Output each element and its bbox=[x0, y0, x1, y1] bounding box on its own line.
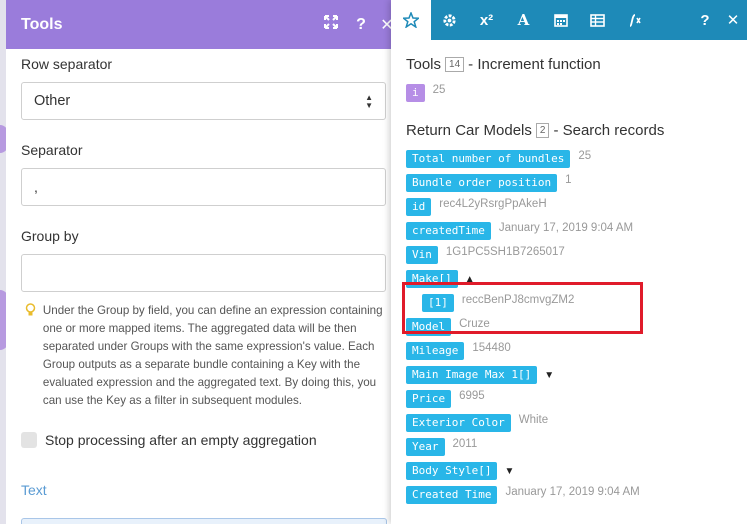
gear-icon[interactable] bbox=[431, 0, 468, 40]
mapping-item-pill[interactable]: Main Image Max 1[] bbox=[406, 366, 538, 384]
mapping-item-pill[interactable]: Created Time bbox=[406, 486, 498, 504]
star-icon[interactable] bbox=[391, 0, 431, 40]
mapping-item-pill[interactable]: Exterior Color bbox=[406, 414, 511, 432]
mapping-item-pill[interactable]: Price bbox=[406, 390, 452, 408]
module-action: - Increment function bbox=[468, 56, 601, 73]
separator-label: Separator bbox=[21, 142, 83, 158]
expand-icon[interactable] bbox=[316, 15, 346, 34]
list-item: Year 2011 bbox=[406, 435, 747, 459]
mapping-item-value: January 17, 2019 9:04 AM bbox=[498, 222, 634, 234]
expand-caret-icon[interactable]: ▼ bbox=[544, 370, 554, 381]
list-item: Vin 1G1PC5SH1B7265017 bbox=[406, 243, 747, 267]
mapping-item-value: 154480 bbox=[472, 342, 511, 354]
mapping-item-value: 25 bbox=[432, 84, 446, 96]
row-separator-value: Other bbox=[34, 93, 71, 109]
function-icon[interactable] bbox=[616, 0, 653, 40]
expand-caret-icon[interactable]: ▼ bbox=[504, 466, 514, 477]
list-item: Mileage 154480 bbox=[406, 339, 747, 363]
mapping-toolbar: x² A ? ✕ bbox=[391, 0, 747, 40]
list-item: id rec4L2yRsrgPpAkeH bbox=[406, 195, 747, 219]
group-by-input[interactable] bbox=[21, 254, 386, 292]
mapping-item-value: 2011 bbox=[452, 438, 478, 450]
module-name: Tools bbox=[406, 56, 442, 73]
help-icon[interactable]: ? bbox=[346, 16, 376, 34]
list-item: Main Image Max 1[] ▼ bbox=[406, 363, 747, 387]
mapping-panel: x² A ? ✕ Tools 14 - Increment function i… bbox=[391, 0, 747, 524]
text-field-label: Text bbox=[21, 482, 47, 498]
list-item: Total number of bundles 25 bbox=[406, 147, 747, 171]
group-by-label: Group by bbox=[21, 228, 79, 244]
mapping-item-pill[interactable]: Year bbox=[406, 438, 445, 456]
module-action: - Search records bbox=[553, 122, 665, 139]
list-item: Created Time January 17, 2019 9:04 AM bbox=[406, 483, 747, 507]
list-item: i 25 bbox=[406, 81, 747, 105]
mapping-item-value: 1 bbox=[565, 174, 572, 186]
stop-processing-row: Stop processing after an empty aggregati… bbox=[21, 432, 386, 448]
table-icon[interactable] bbox=[579, 0, 616, 40]
module-number: 2 bbox=[535, 123, 550, 138]
mapping-item-pill[interactable]: i bbox=[406, 84, 425, 102]
module-header-return-car-models: Return Car Models 2 - Search records bbox=[406, 122, 747, 139]
select-arrows-icon: ▲ ▼ bbox=[365, 93, 373, 110]
tools-panel-header: Tools ? ✕ bbox=[6, 0, 398, 49]
text-icon[interactable]: A bbox=[505, 0, 542, 40]
mapping-item-pill[interactable]: id bbox=[406, 198, 432, 216]
list-item: Body Style[] ▼ bbox=[406, 459, 747, 483]
mapping-item-pill[interactable]: Body Style[] bbox=[406, 462, 498, 480]
close-icon[interactable]: ✕ bbox=[719, 0, 747, 40]
mapping-item-pill[interactable]: Total number of bundles bbox=[406, 150, 571, 168]
help-icon[interactable]: ? bbox=[691, 0, 719, 40]
superscript-icon[interactable]: x² bbox=[468, 0, 505, 40]
text-field-input[interactable] bbox=[21, 518, 387, 524]
separator-input[interactable]: , bbox=[21, 168, 386, 206]
highlight-annotation bbox=[402, 282, 643, 334]
list-item: Exterior Color White bbox=[406, 411, 747, 435]
list-item: Price 6995 bbox=[406, 387, 747, 411]
mapping-item-value: 25 bbox=[578, 150, 592, 162]
list-item: createdTime January 17, 2019 9:04 AM bbox=[406, 219, 747, 243]
mapping-item-pill[interactable]: createdTime bbox=[406, 222, 491, 240]
mapping-item-value: rec4L2yRsrgPpAkeH bbox=[439, 198, 547, 210]
list-item: Bundle order position 1 bbox=[406, 171, 747, 195]
mapping-item-value: 1G1PC5SH1B7265017 bbox=[445, 246, 565, 258]
mapping-item-pill[interactable]: Bundle order position bbox=[406, 174, 558, 192]
module-name: Return Car Models bbox=[406, 122, 532, 139]
row-separator-label: Row separator bbox=[21, 56, 113, 72]
group-by-hint: Under the Group by field, you can define… bbox=[21, 302, 386, 410]
mapping-item-pill[interactable]: Vin bbox=[406, 246, 438, 264]
mapping-item-value: January 17, 2019 9:04 AM bbox=[505, 486, 640, 498]
module-number: 14 bbox=[445, 57, 465, 72]
tools-settings-panel: Tools ? ✕ Row separator Other ▲ ▼ Separat… bbox=[6, 0, 398, 524]
mapping-item-value: 6995 bbox=[459, 390, 485, 402]
panel-title: Tools bbox=[21, 15, 63, 33]
mapping-item-value: White bbox=[518, 414, 549, 426]
lightbulb-icon bbox=[25, 303, 43, 410]
stop-processing-checkbox[interactable] bbox=[21, 432, 37, 448]
calendar-icon[interactable] bbox=[542, 0, 579, 40]
stop-processing-label: Stop processing after an empty aggregati… bbox=[45, 432, 317, 448]
hint-text: Under the Group by field, you can define… bbox=[42, 304, 383, 407]
mapping-item-pill[interactable]: Mileage bbox=[406, 342, 465, 360]
module-header-tools: Tools 14 - Increment function bbox=[406, 56, 747, 73]
row-separator-select[interactable]: Other ▲ ▼ bbox=[21, 82, 386, 120]
